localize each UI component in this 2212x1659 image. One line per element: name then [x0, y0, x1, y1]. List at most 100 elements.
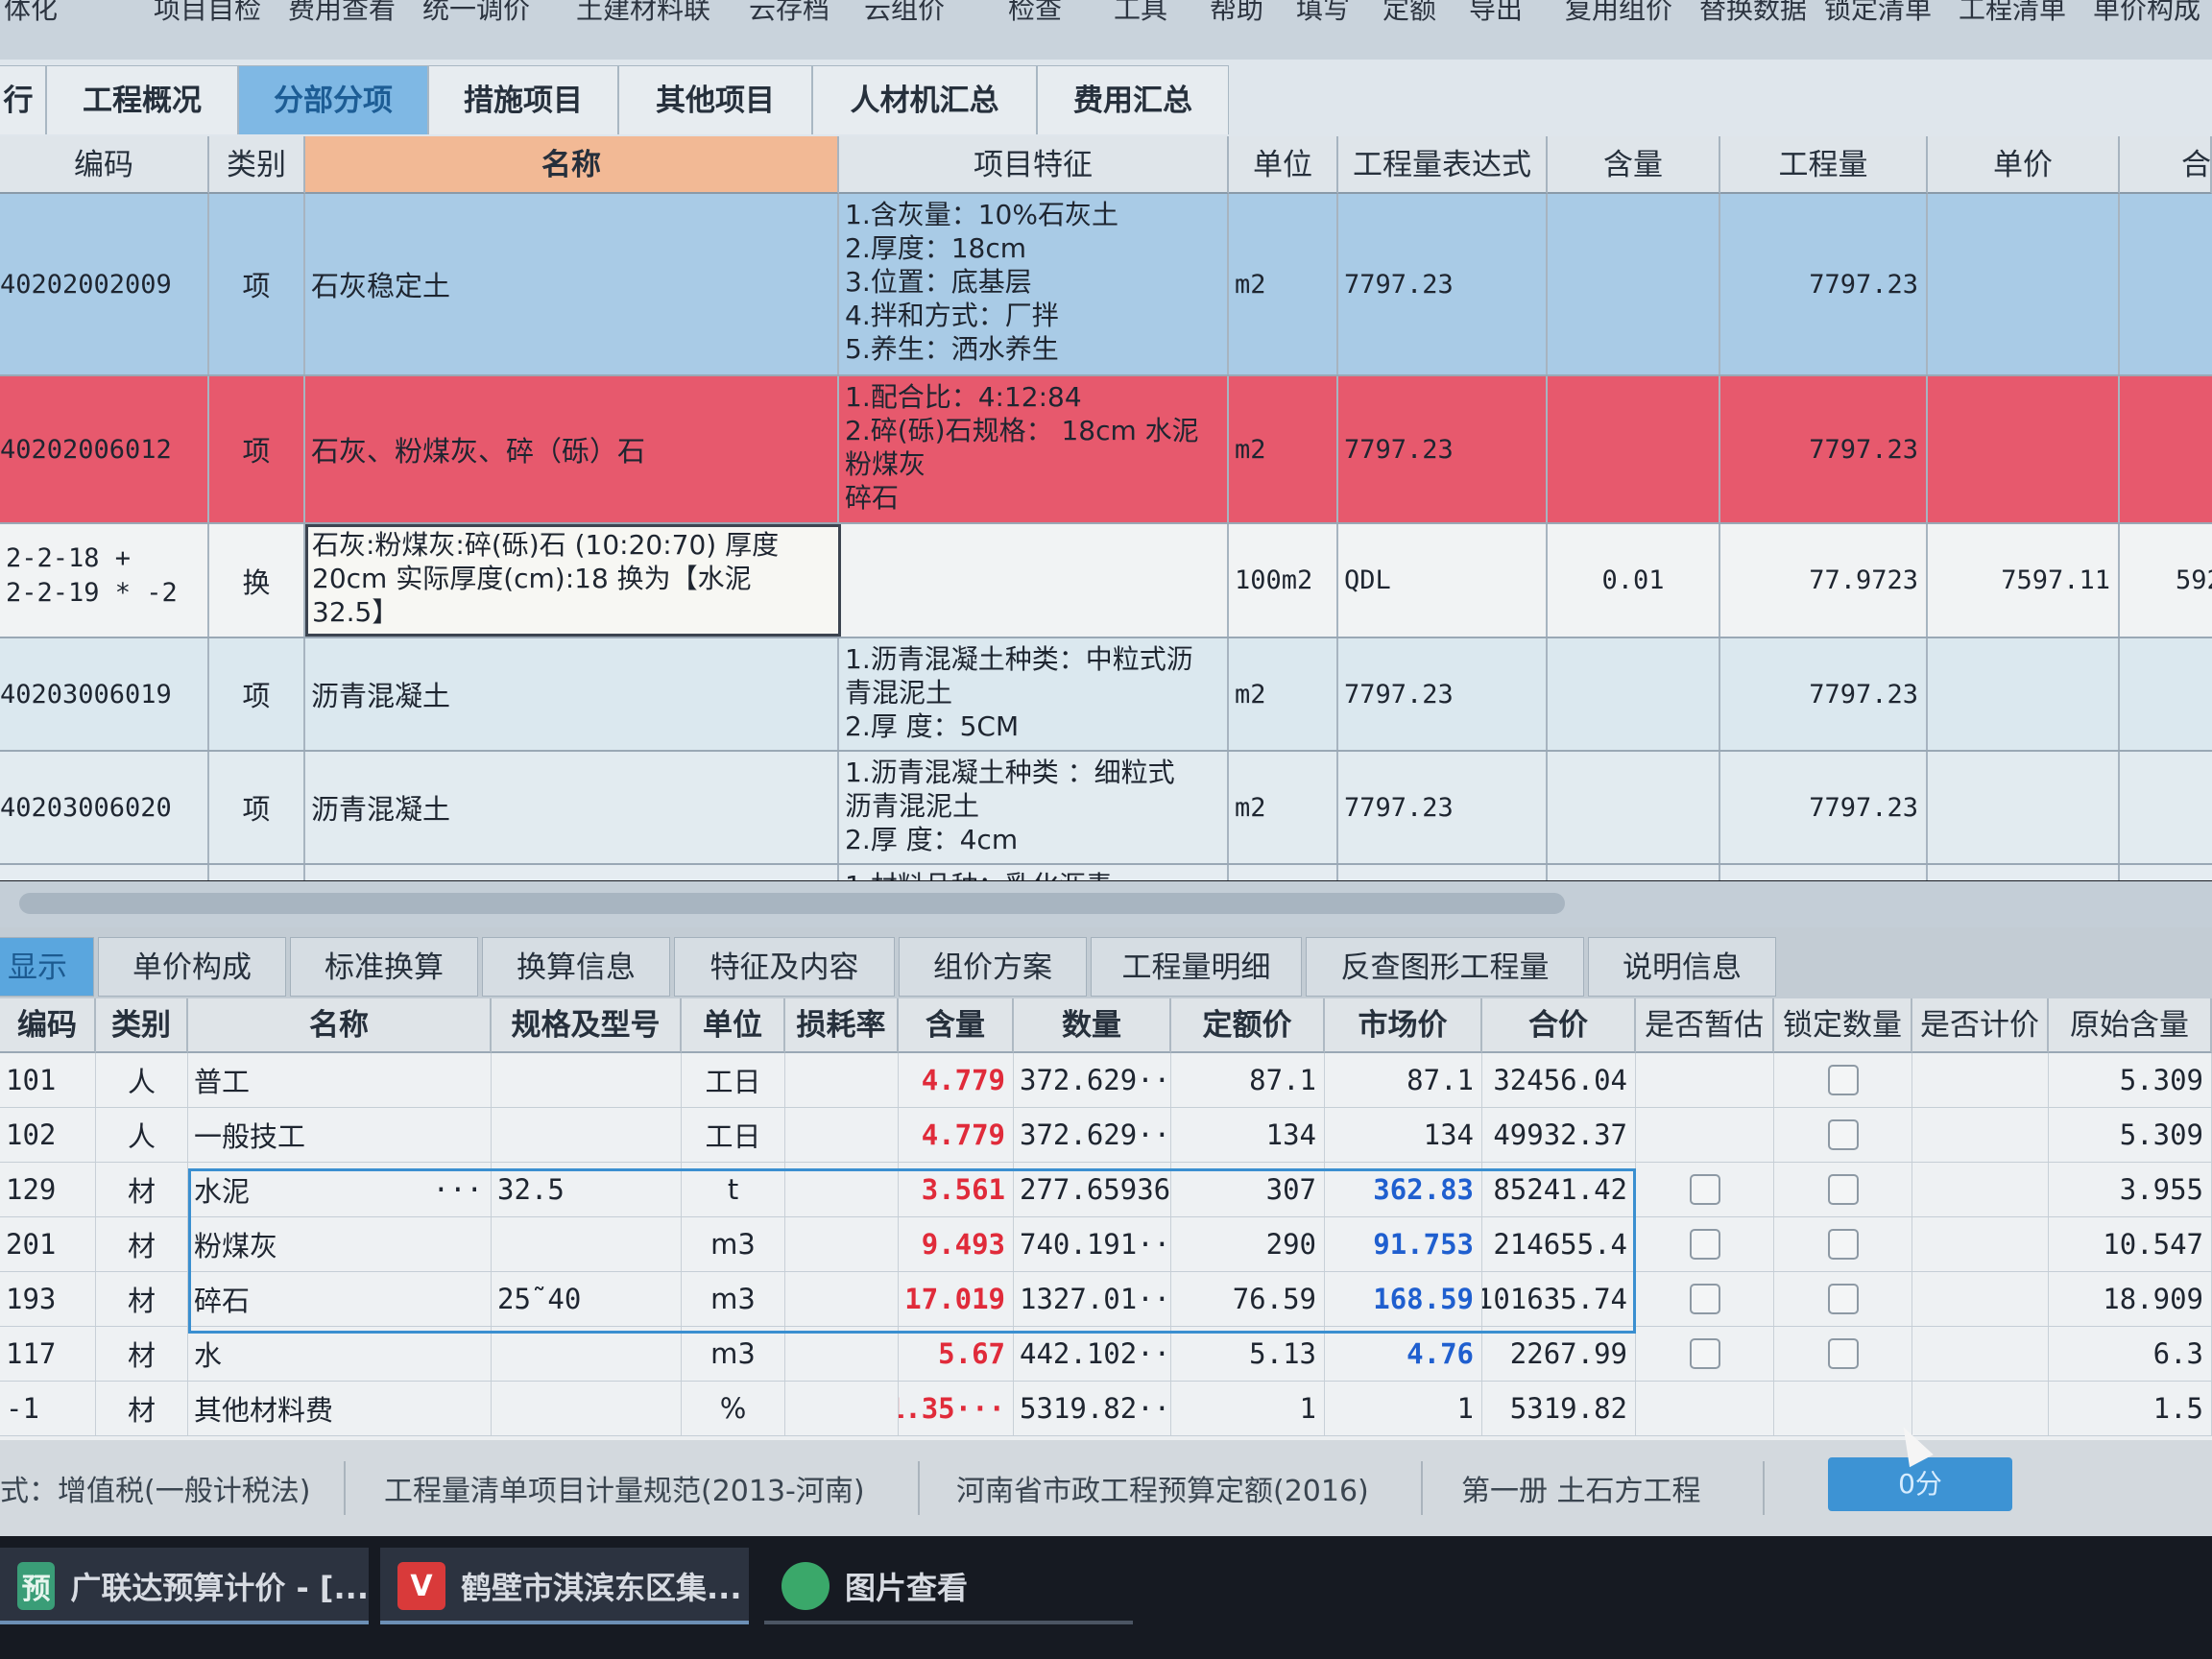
- table-row[interactable]: 40203006019 项 沥青混凝土 1.沥青混凝土种类：中粒式沥 青混泥土 2.…: [0, 638, 2212, 752]
- checkbox[interactable]: [1689, 1174, 1720, 1205]
- menu-item[interactable]: 土建材料联: [576, 0, 710, 27]
- spec-cell: 25˜40: [492, 1272, 682, 1326]
- menu-item[interactable]: 帮助: [1210, 0, 1263, 27]
- tab-description[interactable]: 说明信息: [1588, 937, 1776, 997]
- column-header-unit[interactable]: 单位: [682, 998, 785, 1053]
- tab-partial[interactable]: 行: [0, 65, 46, 134]
- column-header-market-price[interactable]: 市场价: [1325, 998, 1482, 1053]
- checkbox[interactable]: [1827, 1119, 1859, 1150]
- column-header-quantity-expression[interactable]: 工程量表达式: [1338, 136, 1548, 194]
- checkbox[interactable]: [1689, 1229, 1720, 1260]
- name-cell: 石灰、粉煤灰、碎（砾）石: [305, 376, 839, 522]
- column-header-name[interactable]: 名称: [188, 998, 492, 1053]
- menu-item[interactable]: 统一调价: [422, 0, 530, 27]
- taskbar-app-glodon[interactable]: 预 广联达预算计价 - [...: [0, 1548, 369, 1624]
- menu-item[interactable]: 云存档: [749, 0, 830, 27]
- table-row[interactable]: 40202002009 项 石灰稳定土 1.含灰量：10%石灰土 2.厚度：18c…: [0, 194, 2212, 376]
- tab-other-items[interactable]: 其他项目: [618, 65, 812, 134]
- content-cell: 1.35···: [899, 1382, 1014, 1435]
- column-header-feature[interactable]: 项目特征: [839, 136, 1229, 194]
- table-row[interactable]: 101 人普工 工日 4.779 372.629··· 87.1 87.1 32456.04 5…: [0, 1053, 2212, 1108]
- menu-item[interactable]: 导出: [1469, 0, 1523, 27]
- menu-item[interactable]: 锁定清单: [1824, 0, 1932, 27]
- tab-quantity-detail[interactable]: 工程量明细: [1091, 937, 1302, 997]
- taskbar-app-wps[interactable]: V 鹤壁市淇滨东区集...: [380, 1548, 749, 1624]
- menu-item[interactable]: 复用组价: [1565, 0, 1672, 27]
- column-header-code[interactable]: 编码: [0, 998, 96, 1053]
- column-header-code[interactable]: 编码: [0, 136, 209, 194]
- table-row[interactable]: 1.材料品种：乳化沥青: [0, 865, 2212, 880]
- column-header-type[interactable]: 类别: [96, 998, 188, 1053]
- loss-rate-cell: [785, 1163, 899, 1216]
- table-row[interactable]: 117 材水 m3 5.67 442.102··· 5.13 4.76 2267.99 6.3: [0, 1327, 2212, 1382]
- tab-unit-price-composition[interactable]: 单价构成: [98, 937, 286, 997]
- menu-item[interactable]: 工具: [1114, 0, 1167, 27]
- column-header-content[interactable]: 含量: [899, 998, 1014, 1053]
- name-cell: 水泥: [194, 1175, 251, 1208]
- tab-labor-material-summary[interactable]: 人材机汇总: [812, 65, 1037, 134]
- menu-item[interactable]: 填写: [1296, 0, 1350, 27]
- column-header-type[interactable]: 类别: [209, 136, 305, 194]
- column-header-loss-rate[interactable]: 损耗率: [785, 998, 899, 1053]
- menu-item[interactable]: 替换数据: [1699, 0, 1807, 27]
- checkbox[interactable]: [1827, 1065, 1859, 1095]
- column-header-unit[interactable]: 单位: [1229, 136, 1338, 194]
- spec-standard-label[interactable]: 工程量清单项目计量规范(2013-河南): [384, 1467, 865, 1509]
- table-row[interactable]: 40203006020 项 沥青混凝土 1.沥青混凝土种类 ：细粒式 沥青混泥土 …: [0, 752, 2212, 865]
- column-header-quantity[interactable]: 工程量: [1720, 136, 1928, 194]
- checkbox[interactable]: [1689, 1338, 1720, 1369]
- scrollbar-thumb[interactable]: [19, 893, 1565, 914]
- tab-standard-conversion[interactable]: 标准换算: [290, 937, 478, 997]
- checkbox[interactable]: [1827, 1229, 1859, 1260]
- tab-sub-items[interactable]: 分部分项: [238, 65, 428, 134]
- checkbox[interactable]: [1827, 1174, 1859, 1205]
- menu-item[interactable]: 工程清单: [1959, 0, 2066, 27]
- table-row[interactable]: 2-2-18 +2-2-19 * -2 换 石灰:粉煤灰:碎(砾)石 (10:2…: [0, 524, 2212, 638]
- menu-item[interactable]: 云组价: [864, 0, 945, 27]
- menu-item[interactable]: 定额: [1382, 0, 1436, 27]
- checkbox[interactable]: [1827, 1338, 1859, 1369]
- taskbar-app-image-viewer[interactable]: 图片查看: [764, 1548, 1133, 1624]
- tab-pricing-scheme[interactable]: 组价方案: [899, 937, 1087, 997]
- tab-reverse-check-quantity[interactable]: 反查图形工程量: [1306, 937, 1584, 997]
- horizontal-scrollbar[interactable]: [0, 881, 2212, 927]
- column-header-original-content[interactable]: 原始含量: [2049, 998, 2212, 1053]
- column-header-total-price[interactable]: 合价: [1482, 998, 1636, 1053]
- tab-features-content[interactable]: 特征及内容: [674, 937, 895, 997]
- menu-item[interactable]: 体化: [4, 0, 58, 27]
- checkbox[interactable]: [1689, 1284, 1720, 1314]
- column-header-quota-price[interactable]: 定额价: [1171, 998, 1325, 1053]
- original-content-cell: 6.3: [2049, 1327, 2212, 1381]
- quota-standard-label[interactable]: 河南省市政工程预算定额(2016): [956, 1467, 1369, 1509]
- content-cell: 4.779: [899, 1053, 1014, 1107]
- column-header-amount[interactable]: 数量: [1014, 998, 1171, 1053]
- column-header-spec[interactable]: 规格及型号: [492, 998, 682, 1053]
- table-row[interactable]: 201 材粉煤灰 m3 9.493 740.191··· 290 91.753 214655.…: [0, 1217, 2212, 1272]
- column-header-provisional[interactable]: 是否暂估: [1636, 998, 1774, 1053]
- tab-conversion-info[interactable]: 换算信息: [482, 937, 670, 997]
- table-row[interactable]: 40202006012 项 石灰、粉煤灰、碎（砾）石 1.配合比：4:12:84…: [0, 376, 2212, 524]
- table-row[interactable]: 102 人一般技工 工日 4.779 372.629··· 134 134 49932.37 5…: [0, 1108, 2212, 1163]
- table-row[interactable]: -1 材其他材料费% 1.35··· 5319.82··· 1 1 5319.82 1.5: [0, 1382, 2212, 1436]
- table-row[interactable]: 129 材水泥 ··· 32.5 t 3.561 277.65936 307 362.83 852…: [0, 1163, 2212, 1217]
- name-edit-field[interactable]: 石灰:粉煤灰:碎(砾)石 (10:20:70) 厚度 20cm 实际厚度(cm):…: [305, 524, 841, 637]
- menu-item[interactable]: 项目自检: [154, 0, 261, 27]
- tab-project-overview[interactable]: 工程概况: [46, 65, 238, 134]
- column-header-unit-price[interactable]: 单价: [1928, 136, 2120, 194]
- menu-item[interactable]: 费用查看: [288, 0, 396, 27]
- menu-item[interactable]: 检查: [1008, 0, 1062, 27]
- tab-cost-summary[interactable]: 费用汇总: [1037, 65, 1229, 134]
- quantity-cell: 7797.23: [1720, 638, 1928, 750]
- score-button[interactable]: 0分: [1828, 1457, 2012, 1511]
- column-header-name[interactable]: 名称: [305, 136, 839, 194]
- column-header-total[interactable]: 合: [2120, 136, 2212, 194]
- tab-display[interactable]: 显示: [0, 937, 94, 997]
- checkbox[interactable]: [1827, 1284, 1859, 1314]
- column-header-content[interactable]: 含量: [1548, 136, 1720, 194]
- column-header-lock-quantity[interactable]: 锁定数量: [1774, 998, 1912, 1053]
- table-row[interactable]: 193 材碎石 25˜40 m3 17.019 1327.01··· 76.59 168.59…: [0, 1272, 2212, 1327]
- volume-label[interactable]: 第一册 土石方工程: [1461, 1467, 1701, 1509]
- menu-item[interactable]: 单价构成: [2093, 0, 2200, 27]
- tab-measures[interactable]: 措施项目: [428, 65, 618, 134]
- column-header-priced[interactable]: 是否计价: [1912, 998, 2049, 1053]
